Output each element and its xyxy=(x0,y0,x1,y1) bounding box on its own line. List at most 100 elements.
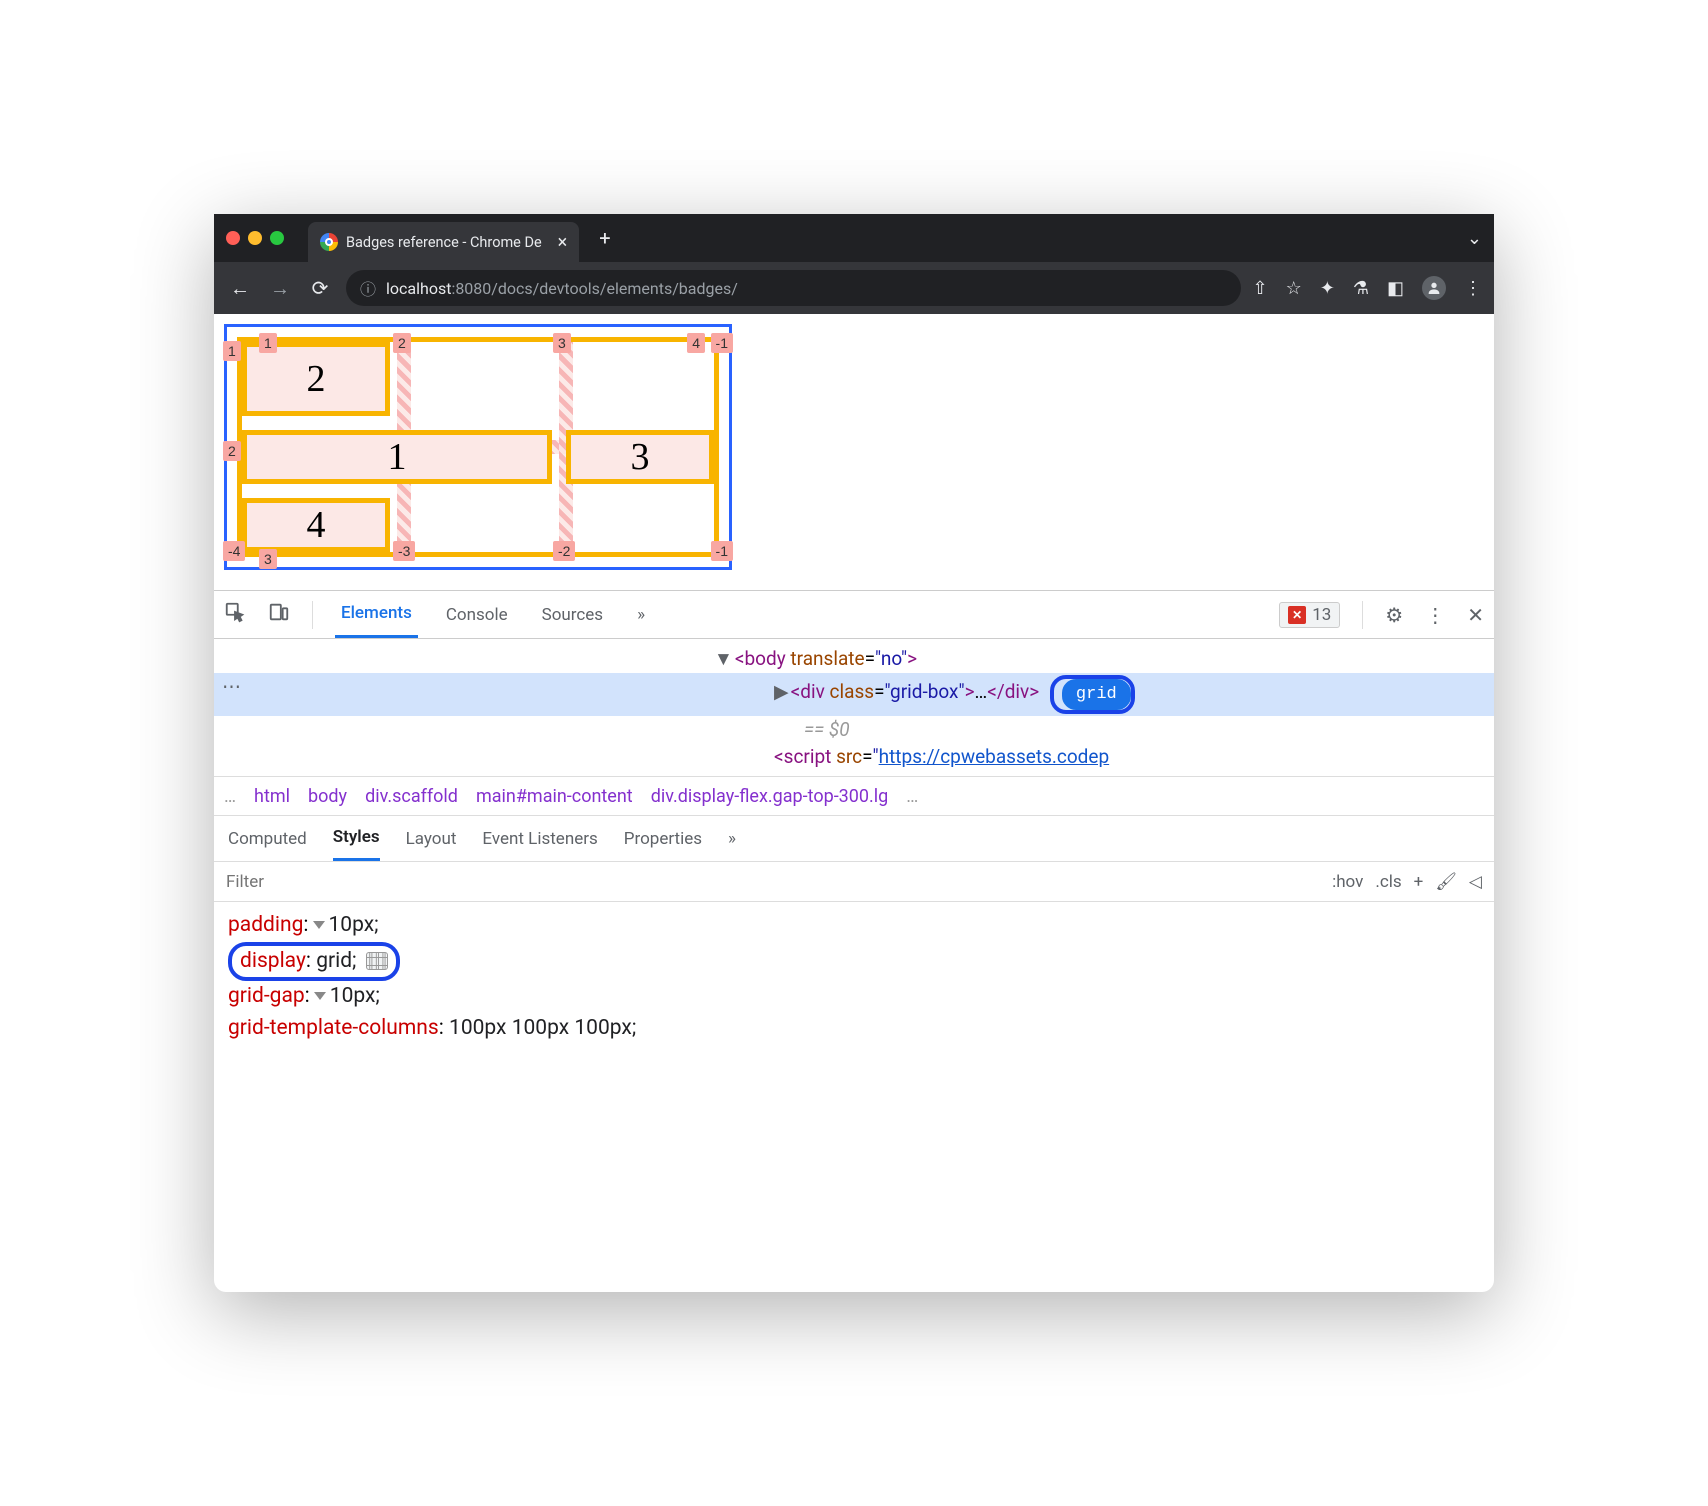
breadcrumb-overflow-left[interactable]: … xyxy=(224,786,236,807)
styles-filter-input[interactable] xyxy=(214,872,1320,892)
grid-cell: 3 xyxy=(566,430,714,484)
breadcrumb-item[interactable]: div.display-flex.gap-top-300.lg xyxy=(651,786,889,807)
more-styles-tabs-icon[interactable]: » xyxy=(728,816,736,861)
url-port: :8080 xyxy=(451,279,491,298)
grid-editor-icon[interactable] xyxy=(366,952,388,970)
dom-node[interactable]: <script src="https://cpwebassets.codep xyxy=(214,743,1494,770)
grid-line-label: 4 xyxy=(687,333,705,353)
close-window-button[interactable] xyxy=(226,231,240,245)
site-info-icon[interactable]: ⓘ xyxy=(360,276,376,300)
css-declaration[interactable]: grid-template-columns: 100px 100px 100px… xyxy=(228,1013,1480,1045)
breadcrumb-item[interactable]: main#main-content xyxy=(476,786,633,807)
grid-cell: 2 xyxy=(242,342,390,416)
devtools-close-icon[interactable]: ✕ xyxy=(1467,603,1484,627)
script-src-link[interactable]: https://cpwebassets.codep xyxy=(879,745,1110,768)
sources-tab[interactable]: Sources xyxy=(536,591,609,638)
devtools-tab-bar: Elements Console Sources » ✕ 13 ⚙ ⋮ ✕ xyxy=(214,591,1494,639)
inspect-element-icon[interactable] xyxy=(224,601,246,628)
expand-shorthand-icon[interactable] xyxy=(313,921,325,929)
grid-line-label: 3 xyxy=(553,333,571,353)
grid-line-label: -2 xyxy=(553,541,575,561)
grid-line-label: -1 xyxy=(711,333,733,353)
grid-line-label: 2 xyxy=(223,441,241,461)
inspected-grid-element[interactable]: 1 2 3 4 1 1 2 3 4 -1 2 -4 3 -3 -2 -1 xyxy=(224,324,732,570)
grid-cell: 4 xyxy=(242,498,390,552)
maximize-window-button[interactable] xyxy=(270,231,284,245)
toolbar-actions: ⇧ ☆ ✦ ⚗ ◧ ⋮ xyxy=(1253,276,1482,300)
dom-node-selected[interactable]: ▶<div class="grid-box">…</div> grid xyxy=(214,673,1494,716)
new-tab-button[interactable]: + xyxy=(591,226,618,250)
grid-line-label: -1 xyxy=(711,541,733,561)
grid-cell: 1 xyxy=(242,430,552,484)
reload-button[interactable]: ⟳ xyxy=(306,276,334,300)
devtools: Elements Console Sources » ✕ 13 ⚙ ⋮ ✕ ▼<… xyxy=(214,590,1494,1292)
tab-title: Badges reference - Chrome De xyxy=(346,234,542,251)
url-path: /docs/devtools/elements/badges/ xyxy=(491,279,738,298)
properties-tab[interactable]: Properties xyxy=(624,816,702,861)
error-count: 13 xyxy=(1312,605,1331,625)
minimize-window-button[interactable] xyxy=(248,231,262,245)
chrome-favicon-icon xyxy=(320,233,338,251)
css-declaration[interactable]: grid-gap:10px; xyxy=(228,981,1480,1013)
url-host: localhost xyxy=(386,279,451,298)
css-declaration-display[interactable]: display: grid; xyxy=(228,942,1480,982)
console-reference: == $0 xyxy=(214,716,1494,743)
dom-node[interactable]: ▼<body translate="no"> xyxy=(214,645,1494,673)
labs-icon[interactable]: ⚗ xyxy=(1353,278,1369,299)
grid-container: 1 2 3 4 xyxy=(237,337,719,557)
grid-line-label: 1 xyxy=(223,341,241,361)
breadcrumb-item[interactable]: div.scaffold xyxy=(365,786,458,807)
breadcrumb-overflow-right[interactable]: … xyxy=(906,786,918,807)
page-viewport: 1 2 3 4 1 1 2 3 4 -1 2 -4 3 -3 -2 -1 xyxy=(214,314,1494,590)
dom-tree: ▼<body translate="no"> ▶<div class="grid… xyxy=(214,639,1494,776)
browser-tab[interactable]: Badges reference - Chrome De × xyxy=(308,222,579,262)
settings-gear-icon[interactable]: ⚙ xyxy=(1385,603,1403,627)
layout-tab[interactable]: Layout xyxy=(406,816,457,861)
css-declaration[interactable]: padding:10px; xyxy=(228,910,1480,942)
styles-tab-bar: Computed Styles Layout Event Listeners P… xyxy=(214,816,1494,862)
grid-line-label: -3 xyxy=(393,541,415,561)
side-panel-icon[interactable]: ◧ xyxy=(1387,278,1404,299)
breadcrumb-item[interactable]: html xyxy=(254,786,290,807)
device-toggle-icon[interactable] xyxy=(268,601,290,628)
paint-icon[interactable]: 🖌 xyxy=(1435,872,1457,892)
address-bar[interactable]: ⓘ localhost:8080/docs/devtools/elements/… xyxy=(346,270,1241,306)
css-rules: padding:10px; display: grid; grid-gap:10… xyxy=(214,902,1494,1052)
grid-badge[interactable]: grid xyxy=(1062,679,1131,710)
computed-tab[interactable]: Computed xyxy=(228,816,307,861)
toolbar: ← → ⟳ ⓘ localhost:8080/docs/devtools/ele… xyxy=(214,262,1494,314)
styles-tab[interactable]: Styles xyxy=(333,816,380,861)
hov-toggle[interactable]: :hov xyxy=(1332,872,1363,892)
forward-button[interactable]: → xyxy=(266,276,294,301)
tab-list-chevron-icon[interactable]: ⌄ xyxy=(1467,228,1482,249)
browser-chrome: Badges reference - Chrome De × + ⌄ ← → ⟳… xyxy=(214,214,1494,314)
close-tab-icon[interactable]: × xyxy=(558,232,568,253)
error-count-badge[interactable]: ✕ 13 xyxy=(1279,602,1340,628)
computed-sidebar-icon[interactable]: ◁ xyxy=(1469,872,1482,892)
bookmark-icon[interactable]: ☆ xyxy=(1286,278,1302,299)
grid-line-label: 1 xyxy=(259,333,277,353)
event-listeners-tab[interactable]: Event Listeners xyxy=(482,816,597,861)
share-icon[interactable]: ⇧ xyxy=(1253,278,1268,299)
dom-breadcrumb: … html body div.scaffold main#main-conte… xyxy=(214,776,1494,816)
error-icon: ✕ xyxy=(1288,606,1306,624)
cls-toggle[interactable]: .cls xyxy=(1375,872,1401,892)
window-controls xyxy=(226,231,284,245)
breadcrumb-item[interactable]: body xyxy=(308,786,347,807)
extensions-icon[interactable]: ✦ xyxy=(1320,278,1335,299)
grid-line-label: 2 xyxy=(393,333,411,353)
profile-avatar[interactable] xyxy=(1422,276,1446,300)
back-button[interactable]: ← xyxy=(226,276,254,301)
more-tabs-icon[interactable]: » xyxy=(631,591,651,638)
menu-kebab-icon[interactable]: ⋮ xyxy=(1464,278,1482,299)
console-tab[interactable]: Console xyxy=(440,591,514,638)
grid-line-label: 3 xyxy=(259,549,277,569)
devtools-menu-icon[interactable]: ⋮ xyxy=(1425,603,1445,627)
expand-shorthand-icon[interactable] xyxy=(314,992,326,1000)
elements-tab[interactable]: Elements xyxy=(335,591,418,638)
tab-strip: Badges reference - Chrome De × + ⌄ xyxy=(214,214,1494,262)
grid-line-label: -4 xyxy=(223,541,245,561)
new-style-rule-icon[interactable]: + xyxy=(1414,872,1424,892)
styles-tools: :hov .cls + 🖌 ◁ xyxy=(1320,872,1494,892)
styles-filter-row: :hov .cls + 🖌 ◁ xyxy=(214,862,1494,902)
